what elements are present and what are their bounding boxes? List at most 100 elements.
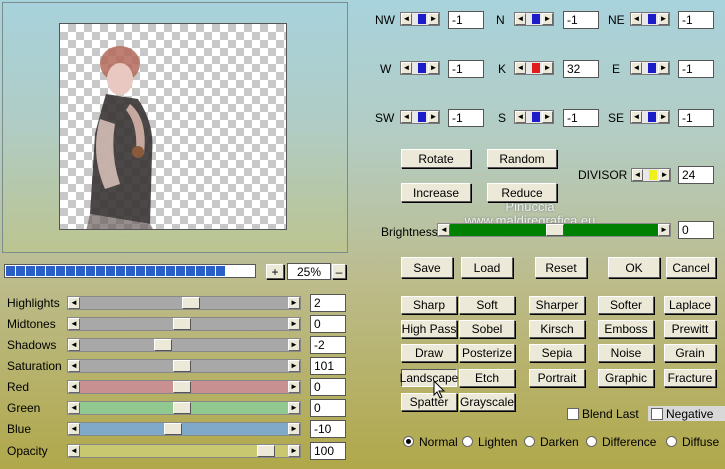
dir-slider-sw[interactable]: ◄ ► (400, 110, 440, 124)
dir-slider-s[interactable]: ◄ ► (514, 110, 554, 124)
filter-button-draw[interactable]: Draw (401, 344, 457, 362)
dir-field-sw[interactable]: -1 (448, 109, 484, 127)
zoom-in-button[interactable]: + (266, 264, 284, 279)
mode-label-normal: Normal (419, 435, 458, 449)
dir-slider-w[interactable]: ◄ ► (400, 61, 440, 75)
progress-segment (216, 266, 225, 276)
opacity-field[interactable]: 100 (310, 442, 346, 460)
dir-field-nw[interactable]: -1 (448, 11, 484, 29)
filter-button-sobel[interactable]: Sobel (459, 320, 515, 338)
progress-segment (136, 266, 145, 276)
increase-button[interactable]: Increase (401, 183, 471, 202)
save-button[interactable]: Save (401, 257, 453, 278)
mode-radio-normal[interactable] (403, 436, 414, 447)
blend-last-checkbox[interactable] (567, 408, 579, 420)
reset-button[interactable]: Reset (535, 257, 587, 278)
filter-button-spatter[interactable]: Spatter (401, 393, 457, 411)
filter-button-posterize[interactable]: Posterize (459, 344, 515, 362)
mouse-cursor-icon (433, 380, 446, 399)
rotate-button[interactable]: Rotate (401, 149, 471, 168)
midtones-field[interactable]: 0 (310, 315, 346, 333)
brightness-slider[interactable]: ◄ ► (437, 223, 671, 237)
filter-button-portrait[interactable]: Portrait (529, 369, 585, 387)
filter-button-high-pass[interactable]: High Pass (401, 320, 457, 338)
shadows-label: Shadows (7, 338, 57, 352)
dir-slider-ne[interactable]: ◄ ► (630, 12, 670, 26)
saturation-slider[interactable]: ◄ ► (67, 359, 301, 373)
filter-button-emboss[interactable]: Emboss (598, 320, 654, 338)
dir-field-s[interactable]: -1 (563, 109, 599, 127)
mode-label-darken: Darken (540, 435, 579, 449)
filter-button-laplace[interactable]: Laplace (664, 296, 716, 314)
progress-segment (26, 266, 35, 276)
blue-slider[interactable]: ◄ ► (67, 422, 301, 436)
dir-field-n[interactable]: -1 (563, 11, 599, 29)
preview-canvas[interactable] (59, 23, 287, 230)
divisor-field[interactable]: 24 (678, 166, 714, 184)
filter-button-fracture[interactable]: Fracture (664, 369, 716, 387)
shadows-slider[interactable]: ◄ ► (67, 338, 301, 352)
brightness-field[interactable]: 0 (678, 221, 714, 239)
reduce-button[interactable]: Reduce (487, 183, 557, 202)
dir-label-n: N (496, 13, 505, 27)
negative-checkbox[interactable] (651, 408, 663, 420)
dir-indicator (418, 14, 426, 24)
filter-button-landscape[interactable]: Landscape (400, 369, 458, 387)
saturation-field[interactable]: 101 (310, 357, 346, 375)
mode-radio-darken[interactable] (524, 436, 535, 447)
filter-button-kirsch[interactable]: Kirsch (529, 320, 585, 338)
green-slider[interactable]: ◄ ► (67, 401, 301, 415)
highlights-slider[interactable]: ◄ ► (67, 296, 301, 310)
ok-button[interactable]: OK (608, 257, 660, 278)
green-field[interactable]: 0 (310, 399, 346, 417)
divisor-slider[interactable]: ◄ ► (631, 168, 671, 182)
highlights-field[interactable]: 2 (310, 294, 346, 312)
filter-button-sharp[interactable]: Sharp (401, 296, 457, 314)
filter-button-soft[interactable]: Soft (459, 296, 515, 314)
progress-segment (86, 266, 95, 276)
mode-radio-lighten[interactable] (462, 436, 473, 447)
mode-radio-difference[interactable] (586, 436, 597, 447)
load-button[interactable]: Load (461, 257, 513, 278)
dir-indicator (532, 63, 540, 73)
filter-button-softer[interactable]: Softer (598, 296, 654, 314)
progress-segment (46, 266, 55, 276)
progress-segment (126, 266, 135, 276)
midtones-slider[interactable]: ◄ ► (67, 317, 301, 331)
filter-button-noise[interactable]: Noise (598, 344, 654, 362)
dir-field-e[interactable]: -1 (678, 60, 714, 78)
red-field[interactable]: 0 (310, 378, 346, 396)
dir-slider-n[interactable]: ◄ ► (514, 12, 554, 26)
dir-slider-k[interactable]: ◄ ► (514, 61, 554, 75)
dir-label-w: W (380, 62, 392, 76)
dir-indicator (648, 112, 656, 122)
cancel-button[interactable]: Cancel (666, 257, 716, 278)
zoom-out-button[interactable]: – (332, 264, 346, 279)
filter-button-grain[interactable]: Grain (664, 344, 716, 362)
dir-field-se[interactable]: -1 (678, 109, 714, 127)
filter-button-graphic[interactable]: Graphic (598, 369, 654, 387)
opacity-slider[interactable]: ◄ ► (67, 444, 301, 458)
green-label: Green (7, 401, 41, 415)
dir-indicator (418, 112, 426, 122)
blue-field[interactable]: -10 (310, 420, 346, 438)
dir-field-w[interactable]: -1 (448, 60, 484, 78)
random-button[interactable]: Random (487, 149, 557, 168)
filter-button-sepia[interactable]: Sepia (529, 344, 585, 362)
zoom-level[interactable]: 25% (287, 263, 331, 280)
mode-radio-diffuse[interactable] (666, 436, 677, 447)
dir-slider-nw[interactable]: ◄ ► (400, 12, 440, 26)
filter-button-sharper[interactable]: Sharper (529, 296, 585, 314)
progress-segment (176, 266, 185, 276)
dir-field-ne[interactable]: -1 (678, 11, 714, 29)
filter-button-prewitt[interactable]: Prewitt (664, 320, 716, 338)
red-slider[interactable]: ◄ ► (67, 380, 301, 394)
shadows-field[interactable]: -2 (310, 336, 346, 354)
divisor-label: DIVISOR (578, 168, 628, 182)
dir-field-k[interactable]: 32 (563, 60, 599, 78)
filter-button-etch[interactable]: Etch (459, 369, 515, 387)
dir-slider-se[interactable]: ◄ ► (630, 110, 670, 124)
progress-segment (6, 266, 15, 276)
dir-slider-e[interactable]: ◄ ► (630, 61, 670, 75)
filter-button-grayscale[interactable]: Grayscale (459, 393, 515, 411)
